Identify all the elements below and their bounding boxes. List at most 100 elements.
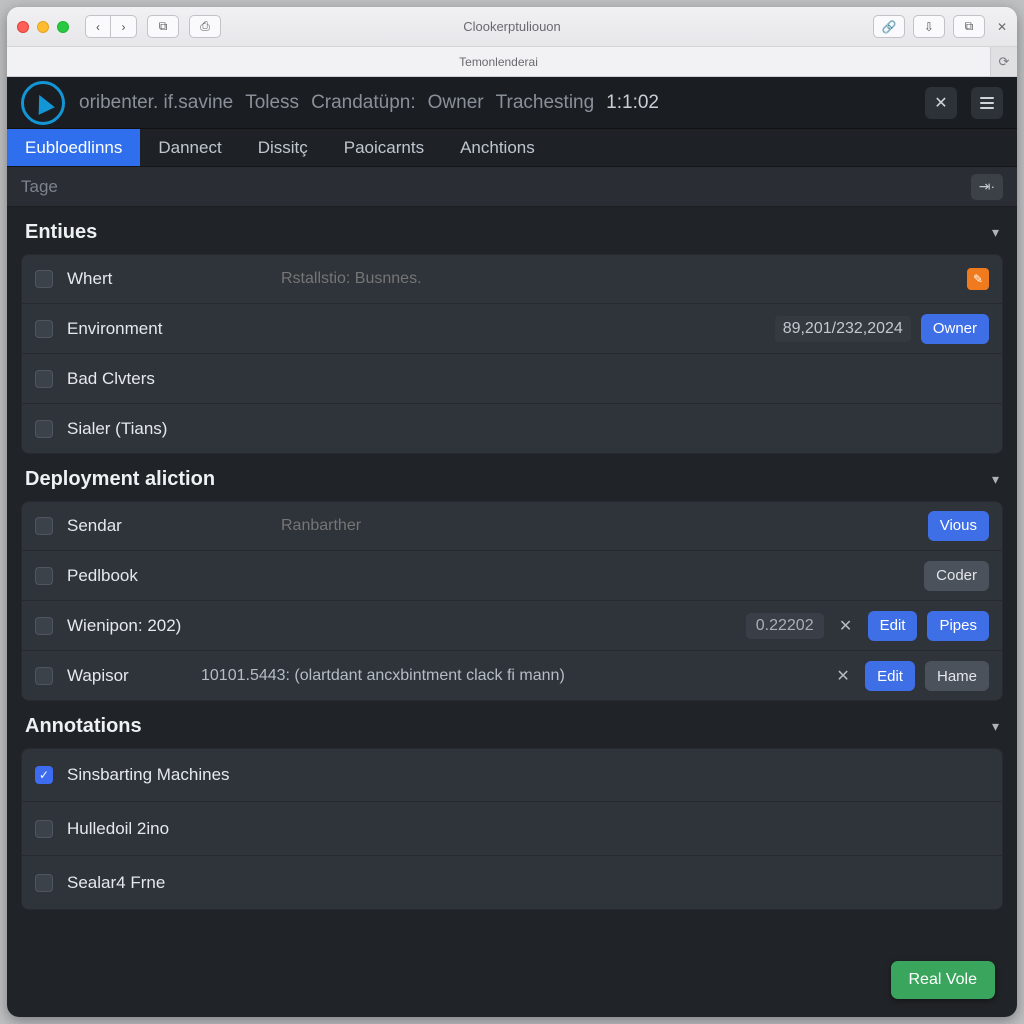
crumb-segment[interactable]: Crandatüpn: (311, 92, 416, 114)
section-header-annotations[interactable]: Annotations ▾ (21, 709, 1003, 740)
menu-button[interactable] (971, 87, 1003, 119)
filter-input[interactable]: Tage (21, 177, 971, 197)
browser-tabbar: Temonlenderai ⟳ (7, 47, 1017, 77)
checkbox[interactable] (35, 420, 53, 438)
filter-bar: Tage ⇥· (7, 167, 1017, 207)
item-label: Bad Clvters (67, 369, 267, 389)
nav-back-button[interactable]: ‹ (85, 15, 111, 38)
section-title: Annotations (25, 715, 142, 738)
clear-button[interactable]: ✕ (831, 666, 855, 686)
list-item[interactable]: Hulledoil 2ino (21, 802, 1003, 856)
deployment-panel: Sendar Vious Pedlbook Coder Wien (21, 501, 1003, 701)
list-item[interactable]: Whert ✎ (21, 254, 1003, 304)
download-button[interactable]: ⇩ (913, 15, 945, 38)
crumb-segment[interactable]: Owner (428, 92, 484, 114)
list-item[interactable]: Pedlbook Coder (21, 551, 1003, 601)
app-logo[interactable] (21, 81, 65, 125)
print-button[interactable]: ⎙ (189, 15, 221, 38)
tab-dannect[interactable]: Dannect (140, 129, 239, 166)
checkbox[interactable] (35, 270, 53, 288)
item-label: Whert (67, 269, 267, 289)
item-date: 89,201/232,2024 (775, 316, 911, 342)
window-close-traffic[interactable] (17, 21, 29, 33)
coder-button[interactable]: Coder (924, 561, 989, 591)
annotations-panel: ✓ Sinsbarting Machines Hulledoil 2ino Se… (21, 748, 1003, 910)
list-item[interactable]: Environment 89,201/232,2024 Owner (21, 304, 1003, 354)
chevron-down-icon: ▾ (992, 471, 999, 488)
list-item[interactable]: ✓ Sinsbarting Machines (21, 748, 1003, 802)
section-header-entities[interactable]: Entiues ▾ (21, 215, 1003, 246)
item-label: Pedlbook (67, 566, 267, 586)
checkbox[interactable] (35, 874, 53, 892)
section-header-deployment[interactable]: Deployment aliction ▾ (21, 462, 1003, 493)
section-title: Deployment aliction (25, 468, 215, 491)
tab-dissitc[interactable]: Dissitç (240, 129, 326, 166)
checkbox[interactable] (35, 370, 53, 388)
link-button[interactable]: 🔗 (873, 15, 905, 38)
list-item[interactable]: Sialer (Tians) (21, 404, 1003, 454)
item-note-input[interactable] (281, 517, 914, 535)
nav-forward-button[interactable]: › (111, 15, 137, 38)
item-number: 0.22202 (746, 613, 824, 639)
checkbox[interactable] (35, 517, 53, 535)
tab-anchtions[interactable]: Anchtions (442, 129, 553, 166)
item-note-input[interactable] (281, 270, 953, 288)
chevron-down-icon: ▾ (992, 718, 999, 735)
browser-titlebar: ‹ › ⧉ ⎙ Clookerptuliouon 🔗 ⇩ ⧉ ✕ (7, 7, 1017, 47)
owner-button[interactable]: Owner (921, 314, 989, 344)
hamburger-icon (980, 97, 994, 109)
checkbox[interactable] (35, 320, 53, 338)
list-item[interactable]: Bad Clvters (21, 354, 1003, 404)
window-controls (17, 21, 69, 33)
checkbox[interactable] (35, 567, 53, 585)
tab-refresh-button[interactable]: ⟳ (991, 47, 1017, 76)
vious-button[interactable]: Vious (928, 511, 989, 541)
entities-panel: Whert ✎ Environment 89,201/232,2024 Owne… (21, 254, 1003, 454)
close-panel-button[interactable]: ✕ (925, 87, 957, 119)
copy-button[interactable]: ⧉ (953, 15, 985, 38)
checkbox[interactable]: ✓ (35, 766, 53, 784)
list-item[interactable]: Wapisor 10101.5443: (olartdant ancxbintm… (21, 651, 1003, 701)
app-tabs: Eubloedlinns Dannect Dissitç Paoicarnts … (7, 129, 1017, 167)
section-title: Entiues (25, 221, 97, 244)
hame-button[interactable]: Hame (925, 661, 989, 691)
sidebar-toggle-button[interactable]: ⧉ (147, 15, 179, 38)
pipes-button[interactable]: Pipes (927, 611, 989, 641)
real-vole-button[interactable]: Real Vole (891, 961, 996, 999)
tab-eubloedlinns[interactable]: Eubloedlinns (7, 129, 140, 166)
clear-button[interactable]: ✕ (834, 616, 858, 636)
item-label: Sialer (Tians) (67, 419, 267, 439)
edit-button[interactable]: ✎ (967, 268, 989, 290)
crumb-segment[interactable]: oribenter. if.savine (79, 92, 233, 114)
edit-button[interactable]: Edit (865, 661, 915, 691)
window-zoom-traffic[interactable] (57, 21, 69, 33)
content-area: Entiues ▾ Whert ✎ Environment (7, 207, 1017, 1017)
item-label: Sendar (67, 516, 267, 536)
list-item[interactable]: Sendar Vious (21, 501, 1003, 551)
header-time: 1:1:02 (606, 92, 659, 114)
item-label: Sinsbarting Machines (67, 765, 989, 785)
item-label: Wienipon: 202) (67, 616, 267, 636)
list-item[interactable]: Wienipon: 202) 0.22202 ✕ Edit Pipes (21, 601, 1003, 651)
browser-tab[interactable]: Temonlenderai (7, 47, 991, 76)
tab-paoicarnts[interactable]: Paoicarnts (326, 129, 442, 166)
edit-button[interactable]: Edit (868, 611, 918, 641)
checkbox[interactable] (35, 820, 53, 838)
app-surface: oribenter. if.savine Toless Crandatüpn: … (7, 77, 1017, 1017)
item-label: Hulledoil 2ino (67, 819, 989, 839)
item-label: Environment (67, 319, 267, 339)
checkbox[interactable] (35, 667, 53, 685)
pin-filter-button[interactable]: ⇥· (971, 174, 1003, 200)
window-minimize-traffic[interactable] (37, 21, 49, 33)
list-item[interactable]: Sealar4 Frne (21, 856, 1003, 910)
chevron-down-icon: ▾ (992, 224, 999, 241)
item-label: Wapisor (67, 666, 187, 686)
checkbox[interactable] (35, 617, 53, 635)
crumb-segment[interactable]: Trachesting (496, 92, 595, 114)
breadcrumb: oribenter. if.savine Toless Crandatüpn: … (79, 92, 911, 114)
window-close-x[interactable]: ✕ (997, 20, 1007, 34)
crumb-segment[interactable]: Toless (245, 92, 299, 114)
item-note: 10101.5443: (olartdant ancxbintment clac… (201, 667, 817, 685)
app-header: oribenter. if.savine Toless Crandatüpn: … (7, 77, 1017, 129)
item-label: Sealar4 Frne (67, 873, 989, 893)
